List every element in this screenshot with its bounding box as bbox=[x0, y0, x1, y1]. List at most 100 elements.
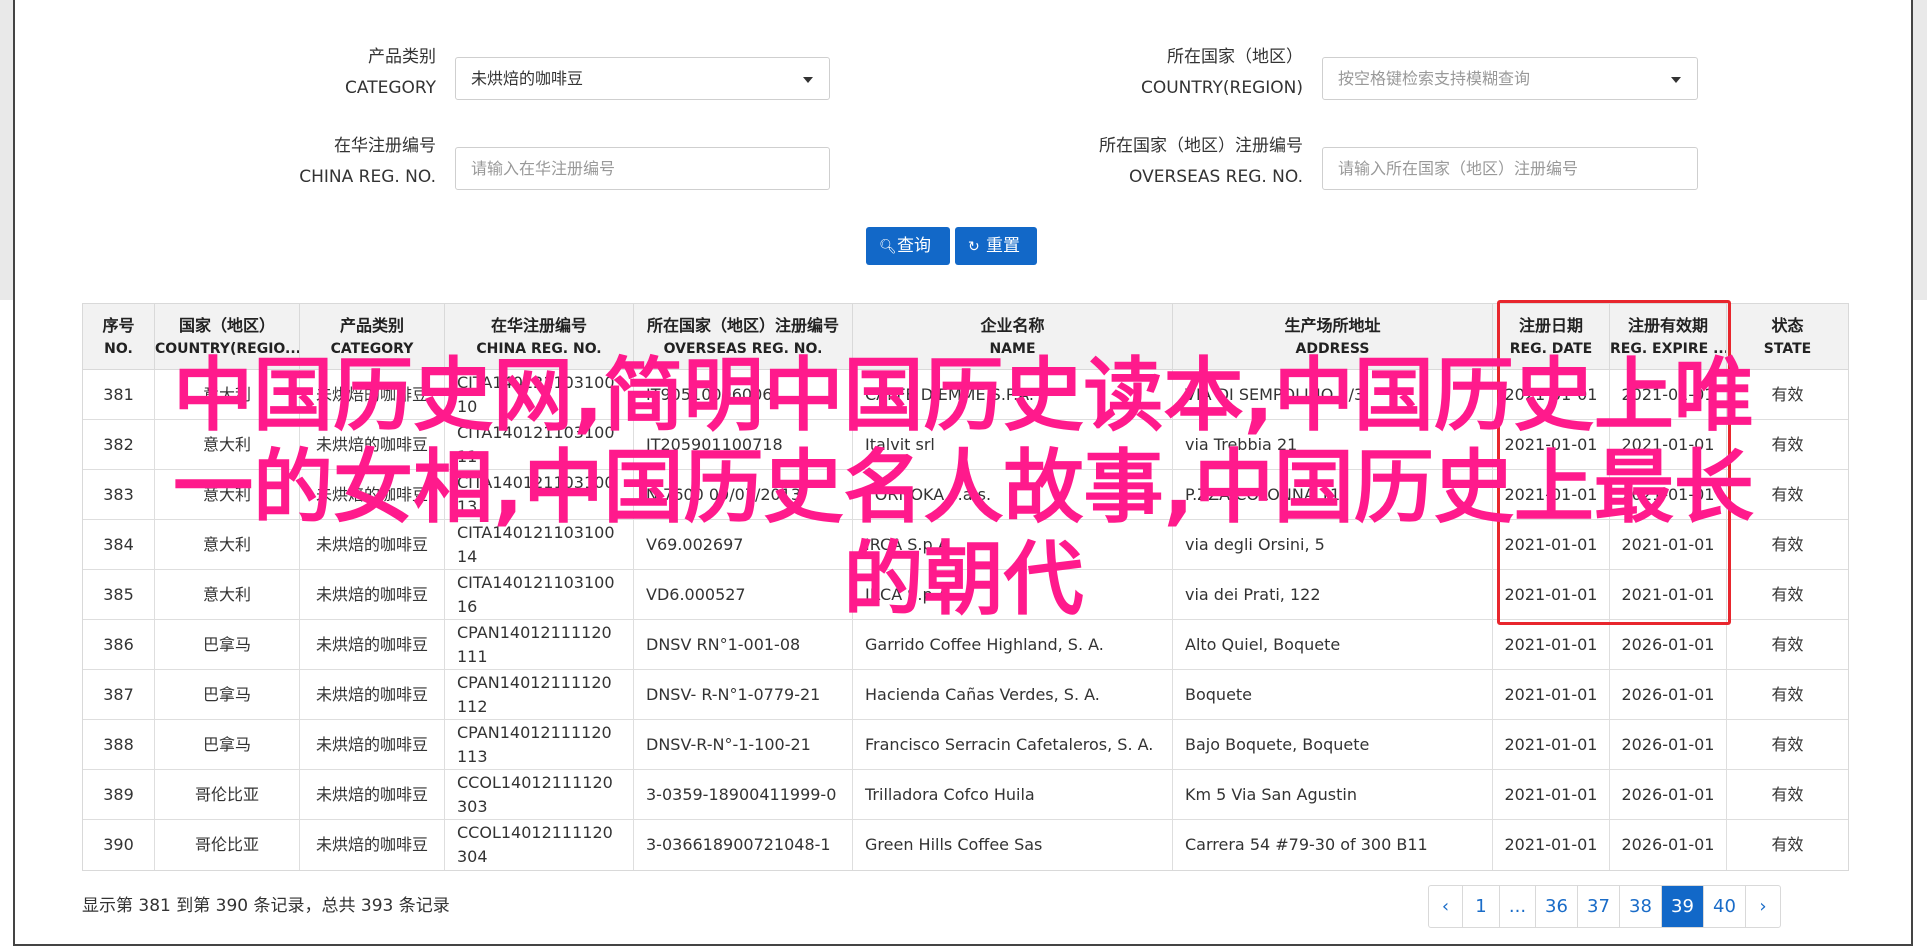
cell-overseas-reg: 3-036618900721048-1 bbox=[634, 820, 853, 870]
table-row[interactable]: 387 巴拿马 未烘焙的咖啡豆 CPAN14012111120112 DNSV- R-N… bbox=[83, 670, 1848, 720]
right-scroll-strip bbox=[1913, 0, 1927, 300]
page-button-38[interactable]: 38 bbox=[1620, 886, 1662, 927]
cell-no: 387 bbox=[83, 670, 155, 719]
cell-address: Boquete bbox=[1173, 670, 1493, 719]
pagination: ‹ 1... 36 37 38 39 40 › bbox=[1428, 885, 1781, 928]
cell-overseas-reg: DNSV-R-N°-1-100-21 bbox=[634, 720, 853, 769]
cell-country: 哥伦比亚 bbox=[155, 770, 300, 819]
cell-china-reg: CCOL14012111120303 bbox=[445, 770, 634, 819]
category-select-value: 未烘焙的咖啡豆 bbox=[471, 69, 584, 88]
cell-name: Hacienda Cañas Verdes, S. A. bbox=[853, 670, 1173, 719]
overseas-reg-label-cn: 所在国家（地区）注册编号 bbox=[1099, 136, 1303, 156]
country-label-cn: 所在国家（地区） bbox=[1167, 47, 1303, 67]
cell-country: 哥伦比亚 bbox=[155, 820, 300, 870]
category-label: 产品类别 CATEGORY bbox=[220, 42, 436, 104]
cell-category: 未烘焙的咖啡豆 bbox=[300, 620, 445, 669]
page-ellipsis: ... bbox=[1500, 886, 1536, 927]
col-header-overseas-reg-cn: 所在国家（地区）注册编号 bbox=[646, 316, 839, 335]
chevron-down-icon bbox=[803, 77, 813, 83]
search-button-label: 查询 bbox=[897, 236, 931, 256]
cell-reg-date: 2021-01-01 bbox=[1493, 620, 1610, 669]
overseas-reg-label: 所在国家（地区）注册编号 OVERSEAS REG. NO. bbox=[1000, 131, 1303, 193]
cell-state: 有效 bbox=[1771, 835, 1804, 854]
cell-reg-date: 2021-01-01 bbox=[1493, 670, 1610, 719]
cell-address: Km 5 Via San Agustin bbox=[1173, 770, 1493, 819]
refresh-icon: ↻ bbox=[968, 239, 980, 255]
category-label-en: CATEGORY bbox=[345, 78, 436, 98]
cell-expire: 2026-01-01 bbox=[1610, 620, 1727, 669]
china-reg-input-placeholder: 请输入在华注册编号 bbox=[471, 159, 616, 178]
overlay-line-2: 一的女相,中国历史名人故事,中国历史上最长 bbox=[173, 441, 1754, 534]
cell-state: 有效 bbox=[1771, 635, 1804, 654]
cell-china-reg: CPAN14012111120111 bbox=[445, 620, 634, 669]
cell-china-reg: CPAN14012111120112 bbox=[445, 670, 634, 719]
search-icon: 🔍︎ bbox=[879, 239, 897, 255]
col-header-state-cn: 状态 bbox=[1771, 316, 1804, 335]
record-summary: 显示第 381 到第 390 条记录，总共 393 条记录 bbox=[82, 896, 450, 916]
cell-category: 未烘焙的咖啡豆 bbox=[300, 670, 445, 719]
country-select-placeholder: 按空格键检索支持模糊查询 bbox=[1338, 69, 1531, 88]
china-reg-label-en: CHINA REG. NO. bbox=[299, 167, 436, 187]
cell-reg-date: 2021-01-01 bbox=[1493, 820, 1610, 870]
cell-address: Bajo Boquete, Boquete bbox=[1173, 720, 1493, 769]
china-reg-label: 在华注册编号 CHINA REG. NO. bbox=[220, 131, 436, 193]
cell-country: 巴拿马 bbox=[155, 620, 300, 669]
table-row[interactable]: 388 巴拿马 未烘焙的咖啡豆 CPAN14012111120113 DNSV-R-N°… bbox=[83, 720, 1848, 770]
search-button[interactable]: 🔍︎查询 bbox=[866, 227, 950, 265]
overseas-reg-input[interactable]: 请输入所在国家（地区）注册编号 bbox=[1322, 147, 1698, 190]
reset-button[interactable]: ↻ 重置 bbox=[955, 227, 1037, 265]
table-row[interactable]: 386 巴拿马 未烘焙的咖啡豆 CPAN14012111120111 DNSV RN°1… bbox=[83, 620, 1848, 670]
cell-name: Garrido Coffee Highland, S. A. bbox=[853, 620, 1173, 669]
country-select[interactable]: 按空格键检索支持模糊查询 bbox=[1322, 57, 1698, 100]
china-reg-label-cn: 在华注册编号 bbox=[334, 136, 436, 156]
cell-address: Carrera 54 #79-30 of 300 B11 bbox=[1173, 820, 1493, 870]
overlay-line-1: 中国历史网,简明中国历史读本,中国历史上唯 bbox=[173, 349, 1754, 442]
cell-reg-date: 2021-01-01 bbox=[1493, 720, 1610, 769]
cell-country: 巴拿马 bbox=[155, 720, 300, 769]
cell-expire: 2026-01-01 bbox=[1610, 820, 1727, 870]
cell-country: 巴拿马 bbox=[155, 670, 300, 719]
cell-china-reg: CCOL14012111120304 bbox=[445, 820, 634, 870]
prev-page-button[interactable]: ‹ bbox=[1429, 886, 1463, 927]
page-button-37[interactable]: 37 bbox=[1578, 886, 1620, 927]
overseas-reg-input-placeholder: 请输入所在国家（地区）注册编号 bbox=[1338, 159, 1579, 178]
cell-overseas-reg: 3-0359-18900411999-0 bbox=[634, 770, 853, 819]
cell-overseas-reg: DNSV- R-N°1-0779-21 bbox=[634, 670, 853, 719]
page-button-39[interactable]: 39 bbox=[1662, 886, 1704, 927]
cell-expire: 2026-01-01 bbox=[1610, 670, 1727, 719]
cell-expire: 2026-01-01 bbox=[1610, 770, 1727, 819]
overlay-line-3: 的朝代 bbox=[843, 533, 1084, 626]
page-button-40[interactable]: 40 bbox=[1704, 886, 1746, 927]
cell-state: 有效 bbox=[1771, 735, 1804, 754]
cell-name: Green Hills Coffee Sas bbox=[853, 820, 1173, 870]
next-page-button[interactable]: › bbox=[1746, 886, 1780, 927]
cell-category: 未烘焙的咖啡豆 bbox=[300, 820, 445, 870]
cell-name: Trilladora Cofco Huila bbox=[853, 770, 1173, 819]
cell-reg-date: 2021-01-01 bbox=[1493, 770, 1610, 819]
table-row[interactable]: 390 哥伦比亚 未烘焙的咖啡豆 CCOL14012111120304 3-036618… bbox=[83, 820, 1848, 870]
col-header-country-cn: 国家（地区） bbox=[178, 316, 275, 335]
reset-button-label: 重置 bbox=[986, 236, 1020, 256]
cell-no: 388 bbox=[83, 720, 155, 769]
table-row[interactable]: 389 哥伦比亚 未烘焙的咖啡豆 CCOL14012111120303 3-0359-1… bbox=[83, 770, 1848, 820]
col-header-address-cn: 生产场所地址 bbox=[1284, 316, 1381, 335]
cell-no: 390 bbox=[83, 820, 155, 870]
page-button-36[interactable]: 36 bbox=[1536, 886, 1578, 927]
cell-china-reg: CPAN14012111120113 bbox=[445, 720, 634, 769]
china-reg-input[interactable]: 请输入在华注册编号 bbox=[455, 147, 830, 190]
col-header-category-cn: 产品类别 bbox=[339, 316, 404, 335]
col-header-name-cn: 企业名称 bbox=[980, 316, 1045, 335]
cell-address: Alto Quiel, Boquete bbox=[1173, 620, 1493, 669]
page-button-1[interactable]: 1 bbox=[1463, 886, 1500, 927]
cell-overseas-reg: DNSV RN°1-001-08 bbox=[634, 620, 853, 669]
cell-expire: 2026-01-01 bbox=[1610, 720, 1727, 769]
overseas-reg-label-en: OVERSEAS REG. NO. bbox=[1129, 167, 1303, 187]
overlay-text: 中国历史网,简明中国历史读本,中国历史上唯 一的女相,中国历史名人故事,中国历史… bbox=[0, 350, 1927, 626]
cell-name: Francisco Serracin Cafetaleros, S. A. bbox=[853, 720, 1173, 769]
cell-category: 未烘焙的咖啡豆 bbox=[300, 720, 445, 769]
category-select[interactable]: 未烘焙的咖啡豆 bbox=[455, 57, 830, 100]
cell-no: 389 bbox=[83, 770, 155, 819]
cell-no: 386 bbox=[83, 620, 155, 669]
left-scroll-strip bbox=[0, 0, 13, 300]
col-header-china-reg-cn: 在华注册编号 bbox=[490, 316, 587, 335]
